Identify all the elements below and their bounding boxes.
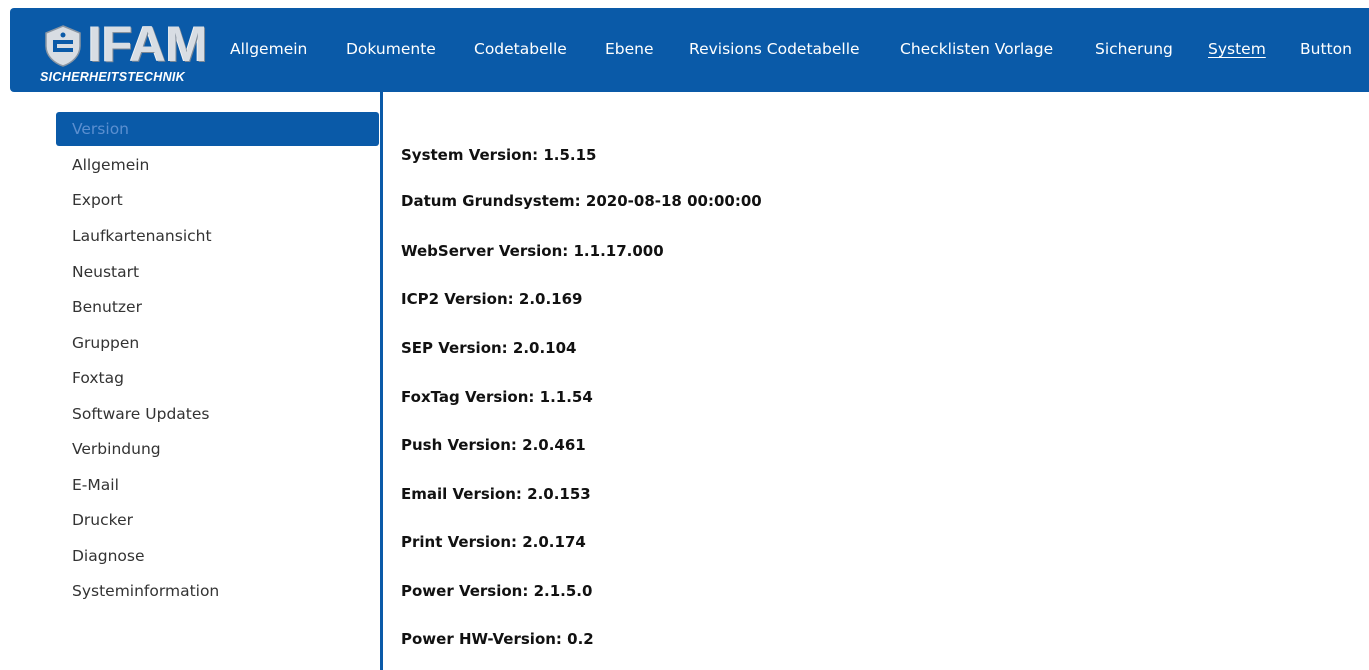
ifam-logo[interactable]: IFAM SICHERHEITSTECHNIK: [34, 18, 222, 86]
version-info-panel: System Version: 1.5.15 Datum Grundsystem…: [383, 92, 1369, 670]
sidebar-item-export[interactable]: Export: [56, 183, 379, 217]
nav-sicherung[interactable]: Sicherung: [1095, 40, 1173, 58]
nav-ebene[interactable]: Ebene: [605, 40, 654, 58]
top-navbar: IFAM SICHERHEITSTECHNIK Allgemein Dokume…: [10, 8, 1369, 92]
sidebar-item-laufkartenansicht[interactable]: Laufkartenansicht: [56, 219, 379, 253]
power-hw-version-line: Power HW-Version: 0.2: [401, 630, 594, 648]
sidebar-item-neustart[interactable]: Neustart: [56, 255, 379, 289]
foxtag-version-line: FoxTag Version: 1.1.54: [401, 388, 593, 406]
nav-revisions-codetabelle[interactable]: Revisions Codetabelle: [689, 40, 860, 58]
email-version-line: Email Version: 2.0.153: [401, 485, 591, 503]
sep-version-line: SEP Version: 2.0.104: [401, 339, 577, 357]
sidebar-item-software-updates[interactable]: Software Updates: [56, 397, 379, 431]
sidebar-menu: Version Allgemein Export Laufkartenansic…: [0, 92, 380, 670]
sidebar-item-drucker[interactable]: Drucker: [56, 503, 379, 537]
nav-dokumente[interactable]: Dokumente: [346, 40, 436, 58]
sidebar-item-verbindung[interactable]: Verbindung: [56, 432, 379, 466]
datum-grundsystem-line: Datum Grundsystem: 2020-08-18 00:00:00: [401, 192, 762, 210]
push-version-line: Push Version: 2.0.461: [401, 436, 586, 454]
logo-tagline: SICHERHEITSTECHNIK: [40, 70, 185, 84]
sidebar-item-diagnose[interactable]: Diagnose: [56, 539, 379, 573]
nav-checklisten-vorlage[interactable]: Checklisten Vorlage: [900, 40, 1053, 58]
sidebar-item-e-mail[interactable]: E-Mail: [56, 468, 379, 502]
sidebar-item-gruppen[interactable]: Gruppen: [56, 326, 379, 360]
sidebar-item-version[interactable]: Version: [56, 112, 379, 146]
nav-allgemein[interactable]: Allgemein: [230, 40, 307, 58]
system-version-line: System Version: 1.5.15: [401, 146, 597, 164]
sidebar-item-foxtag[interactable]: Foxtag: [56, 361, 379, 395]
sidebar-item-allgemein[interactable]: Allgemein: [56, 148, 379, 182]
icp2-version-line: ICP2 Version: 2.0.169: [401, 290, 583, 308]
logo-brand-text: IFAM: [88, 16, 208, 72]
print-version-line: Print Version: 2.0.174: [401, 533, 586, 551]
nav-system[interactable]: System: [1208, 40, 1266, 58]
power-version-line: Power Version: 2.1.5.0: [401, 582, 593, 600]
sidebar-item-benutzer[interactable]: Benutzer: [56, 290, 379, 324]
nav-codetabelle[interactable]: Codetabelle: [474, 40, 567, 58]
webserver-version-line: WebServer Version: 1.1.17.000: [401, 242, 664, 260]
sidebar-item-systeminformation[interactable]: Systeminformation: [56, 574, 379, 608]
nav-button[interactable]: Button: [1300, 40, 1352, 58]
shield-emblem-icon: [45, 25, 81, 67]
